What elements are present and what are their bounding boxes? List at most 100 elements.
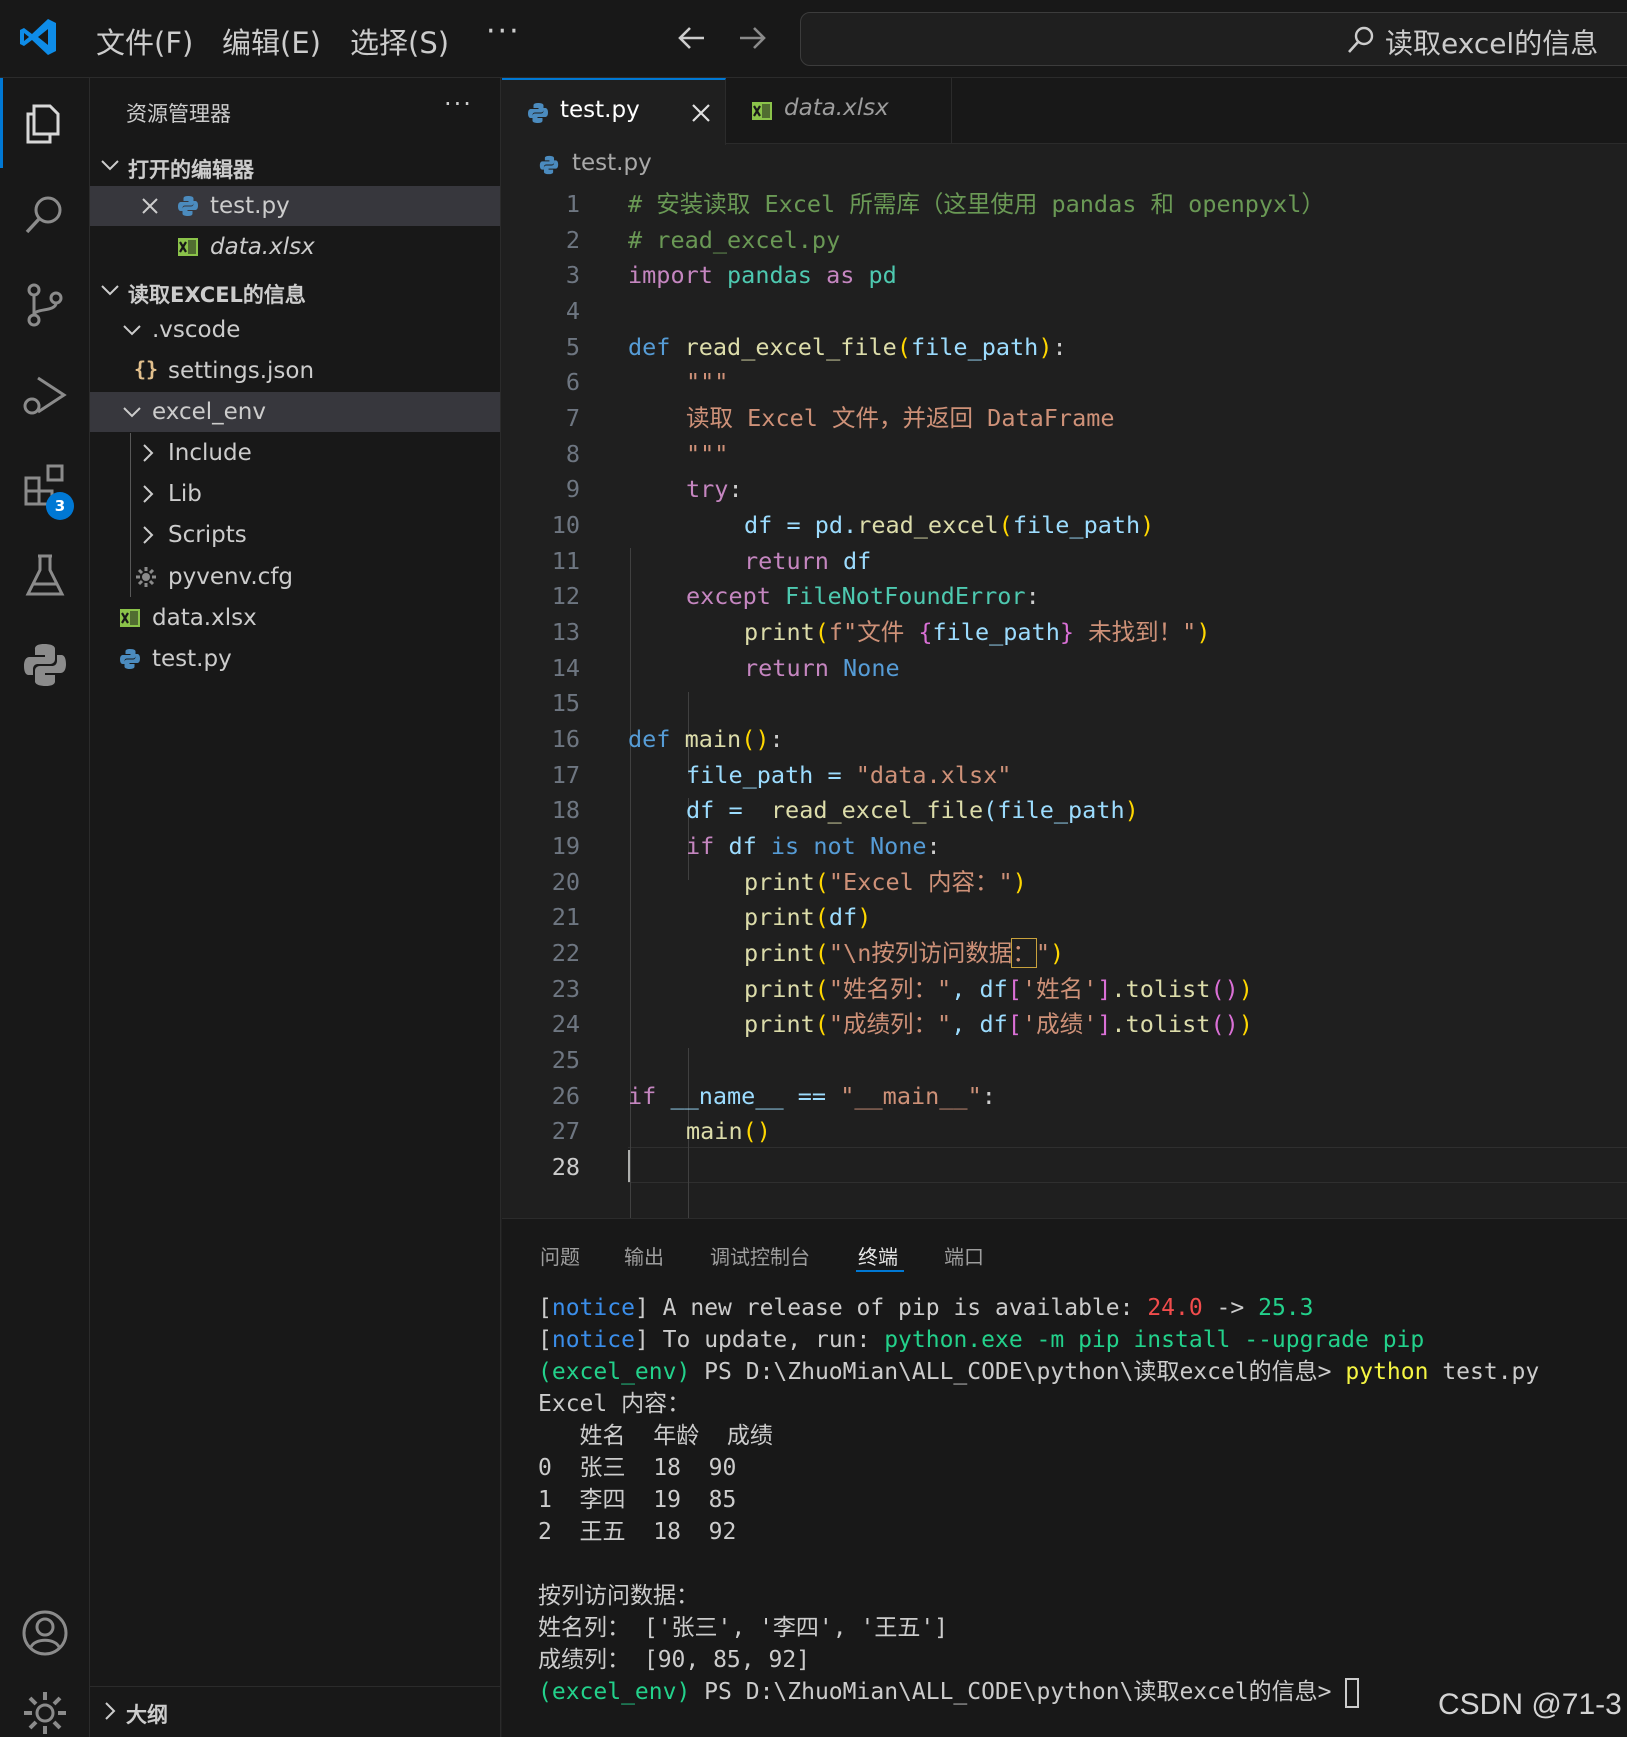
line-number: 4 — [565, 297, 580, 325]
tree-item-data-xlsx[interactable]: data.xlsx — [90, 598, 500, 638]
terminal-line: 1 李四 19 85 — [538, 1487, 737, 1513]
run-debug-view-button[interactable] — [0, 350, 90, 440]
line-number: 9 — [565, 475, 580, 503]
extensions-view-button[interactable]: 3 — [0, 440, 90, 530]
accounts-button[interactable] — [0, 1588, 90, 1678]
tree-item-include[interactable]: Include — [90, 433, 500, 473]
tree-item-label: data.xlsx — [152, 605, 257, 631]
terminal-line: 按列访问数据： — [538, 1583, 699, 1609]
tree-item-label: pyvenv.cfg — [168, 564, 294, 590]
code-line: print("成绩列：", df['成绩'].tolist()) — [744, 1010, 1253, 1038]
code-line: def main(): — [628, 725, 784, 753]
search-icon — [25, 196, 62, 234]
tab-label: data.xlsx — [784, 95, 889, 121]
terminal-line: [notice] A new release of pip is availab… — [538, 1295, 1314, 1321]
chevron-down-icon — [123, 325, 141, 336]
chevron-right-icon — [143, 526, 154, 544]
account-icon — [22, 1610, 68, 1656]
python-file-icon — [120, 649, 140, 669]
explorer-title: 资源管理器 — [126, 102, 231, 126]
panel-tab-ports[interactable]: 端口 — [944, 1241, 984, 1270]
explorer-sidebar: 资源管理器 ··· 打开的编辑器 test.py data.xlsx 读取EXC… — [90, 78, 501, 1737]
python-view-button[interactable] — [0, 620, 90, 710]
tree-item-test-py[interactable]: test.py — [90, 639, 500, 679]
code-line: try: — [686, 475, 743, 503]
terminal-line: 成绩列： [90, 85, 92] — [538, 1647, 811, 1673]
tree-item-excel-env[interactable]: excel_env — [90, 392, 500, 432]
terminal-line: Excel 内容： — [538, 1391, 691, 1417]
code-line: # 安装读取 Excel 所需库（这里使用 pandas 和 openpyxl） — [628, 190, 1325, 218]
tree-item-lib[interactable]: Lib — [90, 474, 500, 514]
menu-edit[interactable]: 编辑(E) — [222, 20, 321, 62]
code-line: except FileNotFoundError: — [686, 582, 1040, 610]
line-number: 5 — [565, 333, 580, 361]
outline-header[interactable]: 大纲 — [90, 1686, 500, 1736]
source-control-view-button[interactable] — [0, 260, 90, 350]
tree-item-scripts[interactable]: Scripts — [90, 515, 500, 555]
open-editor-data-xlsx[interactable]: data.xlsx — [90, 227, 500, 267]
menu-file[interactable]: 文件(F) — [96, 20, 193, 62]
code-line: 读取 Excel 文件，并返回 DataFrame — [686, 404, 1115, 432]
line-number: 13 — [551, 618, 580, 646]
line-number: 12 — [551, 582, 580, 610]
line-number: 21 — [551, 903, 580, 931]
tab-data-xlsx[interactable]: data.xlsx — [726, 78, 952, 144]
open-editors-header[interactable]: 打开的编辑器 — [90, 145, 500, 185]
line-number: 28 — [551, 1153, 580, 1181]
tree-item-label: Include — [168, 440, 252, 466]
gear-icon — [24, 1692, 66, 1734]
panel-tab-terminal[interactable]: 终端 — [858, 1241, 898, 1270]
forward-arrow-icon[interactable] — [734, 20, 770, 56]
panel-tab-problems[interactable]: 问题 — [540, 1241, 580, 1270]
code-line: print("姓名列：", df['姓名'].tolist()) — [744, 975, 1253, 1003]
code-editor[interactable]: 1 2 3 4 5 6 7 8 9 10 11 12 13 14 15 16 1… — [502, 186, 1627, 1332]
json-file-icon: {} — [134, 357, 159, 381]
python-icon — [24, 644, 66, 686]
close-icon[interactable] — [688, 100, 714, 126]
back-arrow-icon[interactable] — [674, 20, 710, 56]
tree-item-settings-json[interactable]: {} settings.json — [90, 351, 500, 391]
line-number: 16 — [551, 725, 580, 753]
line-number: 27 — [551, 1117, 580, 1145]
chevron-down-icon — [101, 160, 119, 171]
code-line: """ — [686, 368, 729, 396]
search-view-button[interactable] — [0, 170, 90, 260]
terminal-line: (excel_env) PS D:\ZhuoMian\ALL_CODE\pyth… — [538, 1676, 1360, 1708]
python-file-icon — [528, 103, 548, 123]
chevron-down-icon — [101, 285, 119, 296]
line-number: 22 — [551, 939, 580, 967]
menu-more-button[interactable]: ··· — [486, 14, 521, 49]
code-line: if __name__ == "__main__": — [628, 1082, 996, 1110]
panel-tab-output[interactable]: 输出 — [624, 1241, 664, 1270]
testing-view-button[interactable] — [0, 530, 90, 620]
menu-selection[interactable]: 选择(S) — [350, 20, 449, 62]
tree-item-label: Scripts — [168, 522, 247, 548]
command-center-search[interactable]: 读取excel的信息 — [800, 12, 1627, 66]
code-line: print("Excel 内容：") — [744, 868, 1027, 896]
explorer-more-button[interactable]: ··· — [444, 90, 473, 118]
panel-tab-debug-console[interactable]: 调试控制台 — [710, 1241, 810, 1270]
tab-test-py[interactable]: test.py — [502, 78, 726, 145]
line-number: 6 — [565, 368, 580, 396]
code-line: df = read_excel_file(file_path) — [686, 796, 1139, 824]
breadcrumb[interactable]: test.py — [572, 150, 652, 176]
code-line: def read_excel_file(file_path): — [628, 333, 1067, 361]
tree-item-pyvenv-cfg[interactable]: pyvenv.cfg — [90, 557, 500, 597]
terminal-line: 0 张三 18 90 — [538, 1455, 737, 1481]
flask-icon — [25, 554, 65, 596]
close-icon[interactable] — [138, 194, 162, 218]
chevron-right-icon — [105, 1702, 116, 1720]
tree-item-vscode[interactable]: .vscode — [90, 310, 500, 350]
folder-label: 读取EXCEL的信息 — [128, 283, 306, 307]
open-editor-test-py[interactable]: test.py — [90, 186, 500, 226]
line-number: 15 — [551, 689, 580, 717]
explorer-view-button[interactable] — [0, 78, 90, 168]
editor-tabs: test.py data.xlsx — [502, 78, 1627, 145]
manage-button[interactable] — [0, 1668, 90, 1737]
code-line: print(df) — [744, 903, 872, 931]
code-line: """ — [686, 440, 729, 468]
folder-header[interactable]: 读取EXCEL的信息 — [90, 270, 500, 310]
excel-file-icon — [752, 102, 772, 120]
line-number: 19 — [551, 832, 580, 860]
watermark: CSDN @71-3 — [1438, 1688, 1622, 1721]
